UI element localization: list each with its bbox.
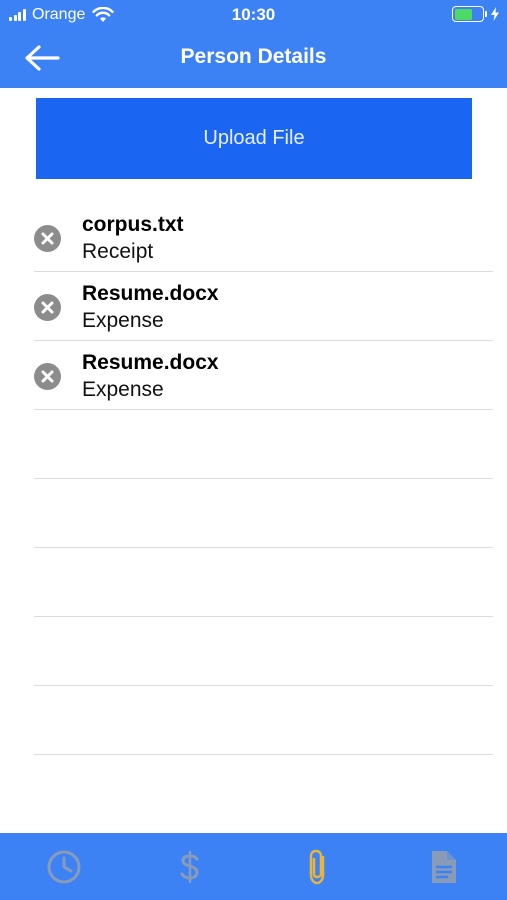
list-item: corpus.txt Receipt (34, 203, 493, 272)
app-header: Orange 10:30 Person Details (0, 0, 507, 88)
status-time: 10:30 (231, 5, 276, 24)
remove-file-button[interactable] (34, 363, 61, 390)
document-icon (432, 851, 456, 883)
empty-list-row (34, 686, 493, 755)
remove-file-button[interactable] (34, 225, 61, 252)
tab-history[interactable] (44, 847, 84, 887)
clock-icon (47, 850, 81, 884)
dollar-icon (180, 850, 199, 884)
tab-expenses[interactable] (170, 847, 210, 887)
remove-circle-icon (41, 232, 54, 245)
empty-list-row (34, 548, 493, 617)
remove-circle-icon (41, 370, 54, 383)
file-name: corpus.txt (82, 213, 184, 236)
file-name: Resume.docx (82, 282, 219, 305)
empty-list-row (34, 479, 493, 548)
status-right (452, 6, 499, 22)
tab-attachments[interactable] (298, 847, 338, 887)
remove-file-button[interactable] (34, 294, 61, 321)
upload-file-button[interactable]: Upload File (36, 98, 472, 179)
list-item: Resume.docx Expense (34, 341, 493, 410)
status-bar: Orange 10:30 (0, 0, 507, 30)
paperclip-icon (309, 849, 325, 885)
empty-list-row (34, 410, 493, 479)
file-type: Expense (82, 309, 164, 332)
battery-tip (485, 11, 487, 17)
empty-list-row (34, 617, 493, 686)
remove-circle-icon (41, 301, 54, 314)
battery-level (454, 8, 473, 20)
file-type: Expense (82, 378, 164, 401)
file-type: Receipt (82, 240, 154, 263)
list-item: Resume.docx Expense (34, 272, 493, 341)
tab-documents[interactable] (424, 847, 464, 887)
nav-bar: Person Details (0, 30, 507, 88)
page-title: Person Details (180, 45, 327, 68)
file-name: Resume.docx (82, 351, 219, 374)
battery-icon (452, 6, 484, 22)
file-list: corpus.txt Receipt Resume.docx Expense R… (34, 203, 493, 755)
charging-bolt-icon (491, 7, 499, 21)
tab-bar (0, 833, 507, 900)
